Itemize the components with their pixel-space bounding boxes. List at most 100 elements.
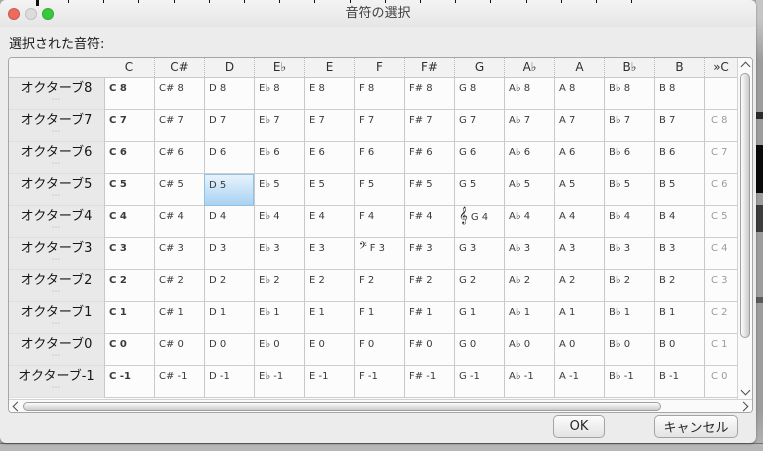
row-header-octave4[interactable]: オクターブ4 ⋯ <box>9 206 104 238</box>
note-cell-d3[interactable]: D 3 <box>204 238 254 270</box>
note-cell-bflat5[interactable]: B♭ 5 <box>604 174 654 206</box>
note-cell-b8[interactable]: B 8 <box>654 78 704 110</box>
note-cell-fsharp-1[interactable]: F# -1 <box>404 366 454 398</box>
note-cell-d1[interactable]: D 1 <box>204 302 254 334</box>
note-cell-a5[interactable]: A 5 <box>554 174 604 206</box>
note-cell-c5[interactable]: C 5 <box>104 174 154 206</box>
note-cell-bflat1[interactable]: B♭ 1 <box>604 302 654 334</box>
note-cell-c6-next-octave[interactable]: C 6 <box>704 174 737 206</box>
note-cell-b6[interactable]: B 6 <box>654 142 704 174</box>
note-cell-g1[interactable]: G 1 <box>454 302 504 334</box>
column-header-bflat[interactable]: B♭ <box>604 58 654 77</box>
note-cell-bflat0[interactable]: B♭ 0 <box>604 334 654 366</box>
column-header-csharp[interactable]: C# <box>154 58 204 77</box>
column-header-eflat[interactable]: E♭ <box>254 58 304 77</box>
note-cell-g0[interactable]: G 0 <box>454 334 504 366</box>
note-cell-e7[interactable]: E 7 <box>304 110 354 142</box>
note-cell-d-1[interactable]: D -1 <box>204 366 254 398</box>
note-cell-a4[interactable]: A 4 <box>554 206 604 238</box>
note-cell-d2[interactable]: D 2 <box>204 270 254 302</box>
note-cell-b4[interactable]: B 4 <box>654 206 704 238</box>
column-header-f[interactable]: F <box>354 58 404 77</box>
note-cell-fsharp4[interactable]: F# 4 <box>404 206 454 238</box>
note-cell-fsharp3[interactable]: F# 3 <box>404 238 454 270</box>
note-cell-aflat0[interactable]: A♭ 0 <box>504 334 554 366</box>
note-cell-d5-selected[interactable]: D 5 <box>204 174 254 206</box>
note-cell-d6[interactable]: D 6 <box>204 142 254 174</box>
note-cell-a8[interactable]: A 8 <box>554 78 604 110</box>
note-cell-f6[interactable]: F 6 <box>354 142 404 174</box>
note-cell-g2[interactable]: G 2 <box>454 270 504 302</box>
note-cell-c4[interactable]: C 4 <box>104 206 154 238</box>
note-cell-g6[interactable]: G 6 <box>454 142 504 174</box>
column-header-next-c[interactable]: »C <box>704 58 737 77</box>
row-header-octave1[interactable]: オクターブ1 ⋯ <box>9 302 104 334</box>
note-cell-fsharp5[interactable]: F# 5 <box>404 174 454 206</box>
row-header-octave7[interactable]: オクターブ7 ⋯ <box>9 110 104 142</box>
note-cell-bflat4[interactable]: B♭ 4 <box>604 206 654 238</box>
note-cell-b1[interactable]: B 1 <box>654 302 704 334</box>
note-cell-c8-next-octave[interactable]: C 8 <box>704 110 737 142</box>
note-cell-eflat2[interactable]: E♭ 2 <box>254 270 304 302</box>
note-cell-eflat7[interactable]: E♭ 7 <box>254 110 304 142</box>
column-header-e[interactable]: E <box>304 58 354 77</box>
note-cell-c6[interactable]: C 6 <box>104 142 154 174</box>
column-header-g[interactable]: G <box>454 58 504 77</box>
note-cell-aflat2[interactable]: A♭ 2 <box>504 270 554 302</box>
note-cell-aflat5[interactable]: A♭ 5 <box>504 174 554 206</box>
note-cell-csharp1[interactable]: C# 1 <box>154 302 204 334</box>
note-cell-g3[interactable]: G 3 <box>454 238 504 270</box>
note-cell-aflat-1[interactable]: A♭ -1 <box>504 366 554 398</box>
row-header-octave8[interactable]: オクターブ8 ⋯ <box>9 78 104 110</box>
column-header-d[interactable]: D <box>204 58 254 77</box>
note-cell-c2-next-octave[interactable]: C 2 <box>704 302 737 334</box>
note-cell-c1-next-octave[interactable]: C 1 <box>704 334 737 366</box>
note-cell-g4[interactable]: 𝄞 G 4 <box>454 206 504 238</box>
note-cell-csharp8[interactable]: C# 8 <box>154 78 204 110</box>
note-cell-e-1[interactable]: E -1 <box>304 366 354 398</box>
note-cell-eflat1[interactable]: E♭ 1 <box>254 302 304 334</box>
column-header-a[interactable]: A <box>554 58 604 77</box>
note-cell-b7[interactable]: B 7 <box>654 110 704 142</box>
note-cell-d0[interactable]: D 0 <box>204 334 254 366</box>
note-cell-e5[interactable]: E 5 <box>304 174 354 206</box>
row-header-octave0[interactable]: オクターブ0 ⋯ <box>9 334 104 366</box>
note-cell-a7[interactable]: A 7 <box>554 110 604 142</box>
note-cell-fsharp0[interactable]: F# 0 <box>404 334 454 366</box>
note-cell-csharp0[interactable]: C# 0 <box>154 334 204 366</box>
row-header-octave5[interactable]: オクターブ5 ⋯ <box>9 174 104 206</box>
note-cell-bflat6[interactable]: B♭ 6 <box>604 142 654 174</box>
note-cell-csharp-1[interactable]: C# -1 <box>154 366 204 398</box>
note-cell-eflat5[interactable]: E♭ 5 <box>254 174 304 206</box>
note-cell-b2[interactable]: B 2 <box>654 270 704 302</box>
note-cell-e3[interactable]: E 3 <box>304 238 354 270</box>
scroll-right-button[interactable] <box>738 400 751 412</box>
note-cell-aflat4[interactable]: A♭ 4 <box>504 206 554 238</box>
note-cell-eflat8[interactable]: E♭ 8 <box>254 78 304 110</box>
note-cell-e2[interactable]: E 2 <box>304 270 354 302</box>
row-header-octave6[interactable]: オクターブ6 ⋯ <box>9 142 104 174</box>
note-cell-f8[interactable]: F 8 <box>354 78 404 110</box>
note-cell-a2[interactable]: A 2 <box>554 270 604 302</box>
note-cell-csharp6[interactable]: C# 6 <box>154 142 204 174</box>
note-cell-c2[interactable]: C 2 <box>104 270 154 302</box>
note-cell-c3-next-octave[interactable]: C 3 <box>704 270 737 302</box>
note-cell-f0[interactable]: F 0 <box>354 334 404 366</box>
note-cell-eflat4[interactable]: E♭ 4 <box>254 206 304 238</box>
note-cell-d8[interactable]: D 8 <box>204 78 254 110</box>
note-cell-a0[interactable]: A 0 <box>554 334 604 366</box>
note-cell-g8[interactable]: G 8 <box>454 78 504 110</box>
ok-button[interactable]: OK <box>553 415 605 438</box>
note-cell-eflat0[interactable]: E♭ 0 <box>254 334 304 366</box>
note-cell-g7[interactable]: G 7 <box>454 110 504 142</box>
note-cell-f-1[interactable]: F -1 <box>354 366 404 398</box>
note-cell-e8[interactable]: E 8 <box>304 78 354 110</box>
note-cell-aflat7[interactable]: A♭ 7 <box>504 110 554 142</box>
note-cell-c8[interactable]: C 8 <box>104 78 154 110</box>
note-cell-a3[interactable]: A 3 <box>554 238 604 270</box>
note-cell-c0-next-octave[interactable]: C 0 <box>704 366 737 398</box>
note-cell-aflat3[interactable]: A♭ 3 <box>504 238 554 270</box>
note-cell-f3[interactable]: 𝄢 F 3 <box>354 238 404 270</box>
note-cell-csharp7[interactable]: C# 7 <box>154 110 204 142</box>
note-cell-f5[interactable]: F 5 <box>354 174 404 206</box>
